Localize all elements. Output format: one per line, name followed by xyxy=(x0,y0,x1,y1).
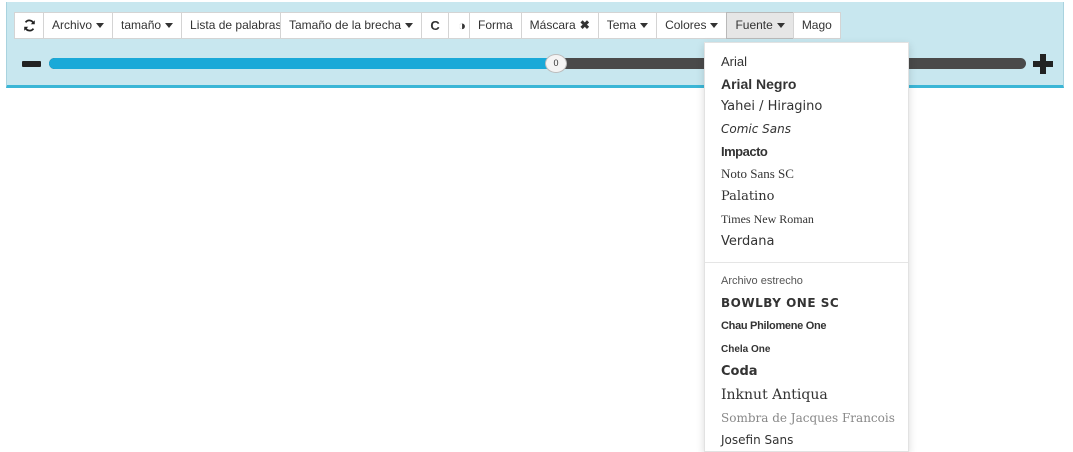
font-option-times-new-roman[interactable]: Times New Roman xyxy=(705,208,908,230)
redo-icon: C xyxy=(430,18,440,33)
refresh-button[interactable] xyxy=(14,12,44,39)
toolbar-group-style: Forma Máscara ✖ Tema Colores Fuente Mago xyxy=(469,12,841,39)
file-menu-button[interactable]: Archivo xyxy=(43,12,114,39)
chevron-down-icon xyxy=(776,23,785,28)
font-option-verdana[interactable]: Verdana xyxy=(705,230,908,253)
file-menu-label: Archivo xyxy=(52,18,93,32)
colors-menu-button[interactable]: Colores xyxy=(656,12,728,39)
chevron-down-icon xyxy=(405,23,414,28)
chevron-down-icon xyxy=(640,23,649,28)
font-menu-label: Fuente xyxy=(735,18,773,32)
font-menu-button[interactable]: Fuente xyxy=(726,12,794,39)
shape-button[interactable]: Forma xyxy=(469,12,522,39)
chevron-down-icon xyxy=(710,23,719,28)
word-list-label: Lista de palabras xyxy=(190,18,282,32)
mask-button[interactable]: Máscara ✖ xyxy=(520,12,599,39)
toolbar-group-gap: Tamaño de la brecha C ◑ xyxy=(280,12,477,39)
chevron-down-icon xyxy=(165,23,174,28)
theme-menu-label: Tema xyxy=(606,18,637,32)
chevron-down-icon xyxy=(96,23,105,28)
font-option-inknut-antiqua[interactable]: Inknut Antiqua xyxy=(705,383,908,407)
font-option-jacques-francois-shadow[interactable]: Sombra de Jacques Francois xyxy=(705,407,908,429)
gap-size-label: Tamaño de la brecha xyxy=(289,18,402,32)
font-option-arial-black[interactable]: Arial Negro xyxy=(705,73,908,95)
font-option-impact[interactable]: Impacto xyxy=(705,141,908,163)
size-slider-fill xyxy=(49,58,553,69)
toolbar-group-file: Archivo tamaño Lista de palabras xyxy=(14,12,291,39)
font-dropdown-menu: Arial Arial Negro Yahei / Hiragino Comic… xyxy=(704,42,909,452)
word-list-button[interactable]: Lista de palabras xyxy=(181,12,291,39)
wizard-label: Mago xyxy=(801,18,832,32)
font-option-chau-philomene-one[interactable]: Chau Philomene One xyxy=(705,314,908,338)
font-option-coda[interactable]: Coda xyxy=(705,361,908,383)
plus-icon[interactable] xyxy=(1033,54,1053,74)
shape-label: Forma xyxy=(478,18,513,32)
colors-menu-label: Colores xyxy=(665,18,707,32)
size-menu-button[interactable]: tamaño xyxy=(112,12,183,39)
font-option-chela-one[interactable]: Chela One xyxy=(705,338,908,361)
font-option-noto-sans-sc[interactable]: Noto Sans SC xyxy=(705,163,908,185)
font-option-palatino[interactable]: Palatino xyxy=(705,185,908,208)
size-slider-handle[interactable]: 0 xyxy=(545,54,567,73)
font-section-header: Archivo estrecho xyxy=(721,275,803,287)
mask-label: Máscara xyxy=(529,18,576,32)
wizard-button[interactable]: Mago xyxy=(792,12,841,39)
redo-button[interactable]: C xyxy=(421,12,450,39)
font-option-comic-sans[interactable]: Comic Sans xyxy=(705,118,908,141)
refresh-icon xyxy=(23,19,35,32)
theme-menu-button[interactable]: Tema xyxy=(597,12,658,39)
size-menu-label: tamaño xyxy=(121,18,162,32)
close-icon: ✖ xyxy=(579,18,590,32)
menu-divider xyxy=(705,262,908,263)
font-option-bowlby-one-sc[interactable]: BOWLBY ONE SC xyxy=(705,292,908,314)
font-option-yahei[interactable]: Yahei / Hiragino xyxy=(705,95,908,118)
font-option-arial[interactable]: Arial xyxy=(705,51,908,73)
gap-size-button[interactable]: Tamaño de la brecha xyxy=(280,12,423,39)
minus-icon[interactable] xyxy=(22,61,41,67)
contrast-icon: ◑ xyxy=(458,18,466,33)
